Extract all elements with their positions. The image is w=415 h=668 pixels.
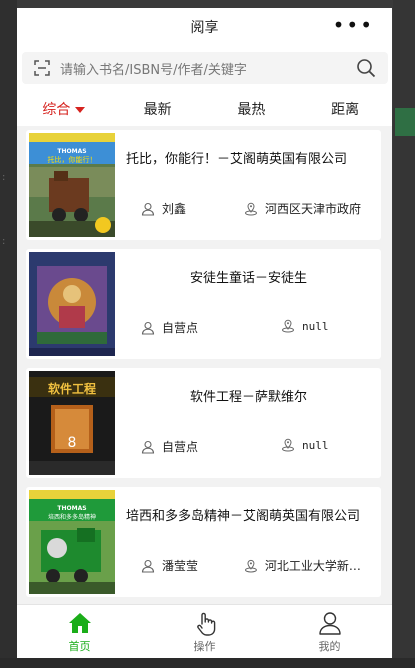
tap-hand-icon bbox=[196, 612, 215, 636]
book-card[interactable]: 安徒生童话－安徒生 自营点 null bbox=[26, 249, 381, 359]
background-panel-right bbox=[393, 0, 415, 668]
book-card[interactable]: THOMAS 培西和多多岛精神 培西和多多岛精神－艾阁萌英国有限公司 潘莹莹 河… bbox=[26, 487, 381, 597]
bottom-nav: 首页 操作 我的 bbox=[17, 604, 392, 658]
phone-screen: 阅享 ••• 请输入书名/ISBN号/作者/关键字 综合 最新 最热 距离 TH… bbox=[17, 8, 392, 658]
book-card[interactable]: 软件工程 8 软件工程－萨默维尔 自营点 null bbox=[26, 368, 381, 478]
tab-label: 距离 bbox=[331, 102, 360, 118]
cover-series-text: THOMAS bbox=[57, 148, 86, 155]
nav-label: 首页 bbox=[68, 640, 91, 653]
scan-icon[interactable] bbox=[34, 60, 50, 76]
tab-label: 最热 bbox=[237, 102, 266, 118]
location-icon bbox=[282, 438, 294, 452]
location-text: null bbox=[302, 319, 329, 333]
search-icon[interactable] bbox=[356, 58, 376, 78]
book-location: 河北工业大学新校区 bbox=[244, 557, 372, 574]
location-icon bbox=[282, 319, 294, 333]
top-bar: 阅享 ••• bbox=[17, 8, 392, 46]
caret-down-icon bbox=[75, 107, 86, 113]
book-cover bbox=[29, 252, 115, 356]
book-list: THOMAS 托比，你能行！ 托比，你能行！－艾阁萌英国有限公司 刘鑫 河西区天… bbox=[17, 126, 392, 604]
tab-label: 最新 bbox=[143, 102, 172, 118]
location-icon bbox=[245, 202, 257, 215]
user-icon bbox=[141, 559, 155, 573]
book-title: 软件工程－萨默维尔 bbox=[189, 390, 307, 405]
sort-tabs: 综合 最新 最热 距离 bbox=[17, 92, 392, 126]
bottom-strip bbox=[0, 658, 415, 668]
tab-comprehensive[interactable]: 综合 bbox=[17, 99, 111, 119]
tab-label: 综合 bbox=[42, 102, 71, 118]
user-icon bbox=[141, 321, 155, 335]
location-icon bbox=[244, 559, 257, 572]
cover-caption-text: 托比，你能行！ bbox=[48, 155, 97, 164]
search-input[interactable]: 请输入书名/ISBN号/作者/关键字 bbox=[22, 52, 388, 84]
owner-name: 自营点 bbox=[162, 440, 199, 454]
more-options-icon[interactable]: ••• bbox=[333, 15, 374, 35]
user-profile-icon bbox=[318, 612, 341, 635]
owner-name: 潘莹莹 bbox=[162, 559, 199, 573]
background-green-tag bbox=[395, 108, 415, 136]
user-icon bbox=[141, 440, 155, 454]
owner-name: 刘鑫 bbox=[162, 202, 187, 216]
book-cover: 软件工程 8 bbox=[29, 371, 115, 475]
book-owner: 自营点 bbox=[141, 319, 198, 336]
book-title: 培西和多多岛精神－艾阁萌英国有限公司 bbox=[126, 509, 361, 524]
tab-distance[interactable]: 距离 bbox=[298, 99, 392, 119]
book-cover: THOMAS 托比，你能行！ bbox=[29, 133, 115, 237]
nav-label: 我的 bbox=[318, 640, 341, 653]
location-text: 河西区天津市政府 bbox=[265, 202, 362, 216]
location-text: null bbox=[302, 438, 329, 452]
owner-name: 自营点 bbox=[162, 321, 199, 335]
svg-text:8: 8 bbox=[68, 435, 77, 451]
cover-series-text: THOMAS bbox=[57, 505, 86, 512]
nav-operate[interactable]: 操作 bbox=[142, 605, 267, 658]
app-title: 阅享 bbox=[190, 20, 219, 36]
nav-mine[interactable]: 我的 bbox=[267, 605, 392, 658]
nav-home[interactable]: 首页 bbox=[17, 605, 142, 658]
tab-latest[interactable]: 最新 bbox=[111, 99, 205, 119]
nav-label: 操作 bbox=[193, 640, 216, 653]
location-text: 河北工业大学新校区 bbox=[264, 559, 372, 573]
user-icon bbox=[141, 202, 155, 216]
search-placeholder: 请输入书名/ISBN号/作者/关键字 bbox=[60, 62, 247, 78]
book-card[interactable]: THOMAS 托比，你能行！ 托比，你能行！－艾阁萌英国有限公司 刘鑫 河西区天… bbox=[26, 130, 381, 240]
book-location: null bbox=[281, 438, 373, 452]
home-icon bbox=[68, 613, 91, 633]
book-location: 河西区天津市政府 bbox=[244, 200, 372, 217]
background-panel-left: : : bbox=[0, 0, 17, 668]
search-bar: 请输入书名/ISBN号/作者/关键字 bbox=[17, 46, 392, 92]
book-title: 托比，你能行！－艾阁萌英国有限公司 bbox=[126, 152, 348, 167]
book-title: 安徒生童话－安徒生 bbox=[189, 271, 307, 286]
tab-hottest[interactable]: 最热 bbox=[205, 99, 299, 119]
book-owner: 刘鑫 bbox=[141, 200, 186, 217]
book-owner: 自营点 bbox=[141, 438, 198, 455]
cover-caption-text: 软件工程 bbox=[48, 381, 96, 396]
cover-caption-text: 培西和多多岛精神 bbox=[48, 513, 96, 521]
book-location: null bbox=[281, 319, 373, 333]
book-owner: 潘莹莹 bbox=[141, 557, 198, 574]
book-cover: THOMAS 培西和多多岛精神 bbox=[29, 490, 115, 594]
